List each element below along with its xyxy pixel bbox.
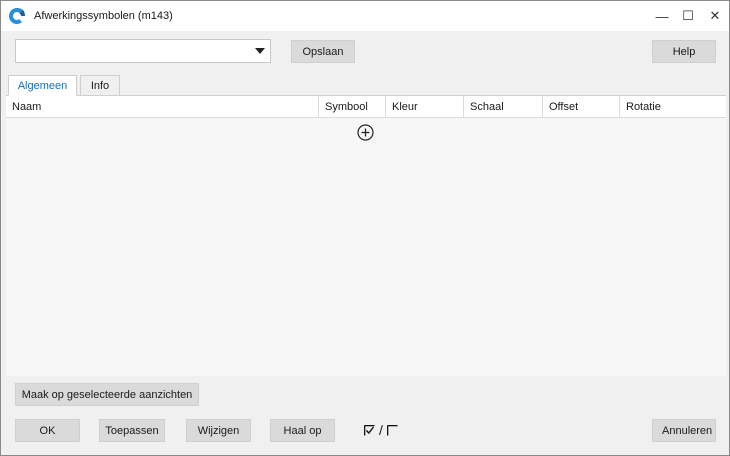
ok-button[interactable]: OK [15,419,80,442]
column-header-rotatie[interactable]: Rotatie [620,96,726,118]
minimize-button[interactable]: — [649,1,675,31]
fetch-button[interactable]: Haal op [270,419,335,442]
maximize-button[interactable]: ☐ [675,1,701,31]
save-button[interactable]: Opslaan [291,40,355,63]
tab-algemeen[interactable]: Algemeen [8,75,77,96]
column-header-schaal[interactable]: Schaal [464,96,543,118]
title-bar: Afwerkingssymbolen (m143) — ☐ ✕ [1,1,729,31]
add-row-plus-icon[interactable] [357,124,374,141]
column-header-naam[interactable]: Naam [6,96,319,118]
preset-dropdown[interactable] [15,39,271,63]
unchecked-checkbox-icon[interactable] [386,424,398,436]
close-button[interactable]: ✕ [702,1,728,31]
modify-button[interactable]: Wijzigen [186,419,251,442]
toggle-separator: / [379,422,383,438]
cancel-button[interactable]: Annuleren [652,419,716,442]
column-header-offset[interactable]: Offset [543,96,620,118]
tab-info[interactable]: Info [80,75,120,96]
window-title: Afwerkingssymbolen (m143) [34,10,173,22]
column-header-symbool[interactable]: Symbool [319,96,386,118]
app-logo-icon [9,8,25,24]
select-all-none-toggle: / [364,422,398,438]
chevron-down-icon [255,48,265,54]
apply-button[interactable]: Toepassen [99,419,165,442]
column-header-kleur[interactable]: Kleur [386,96,464,118]
help-button[interactable]: Help [652,40,716,63]
checked-checkbox-icon[interactable] [364,424,375,436]
table-header: Naam Symbool Kleur Schaal Offset Rotatie [6,96,726,118]
dialog-window: Afwerkingssymbolen (m143) — ☐ ✕ Opslaan … [0,0,730,456]
symbols-table: Naam Symbool Kleur Schaal Offset Rotatie [6,95,726,376]
apply-to-selected-views-button[interactable]: Maak op geselecteerde aanzichten [15,383,199,406]
